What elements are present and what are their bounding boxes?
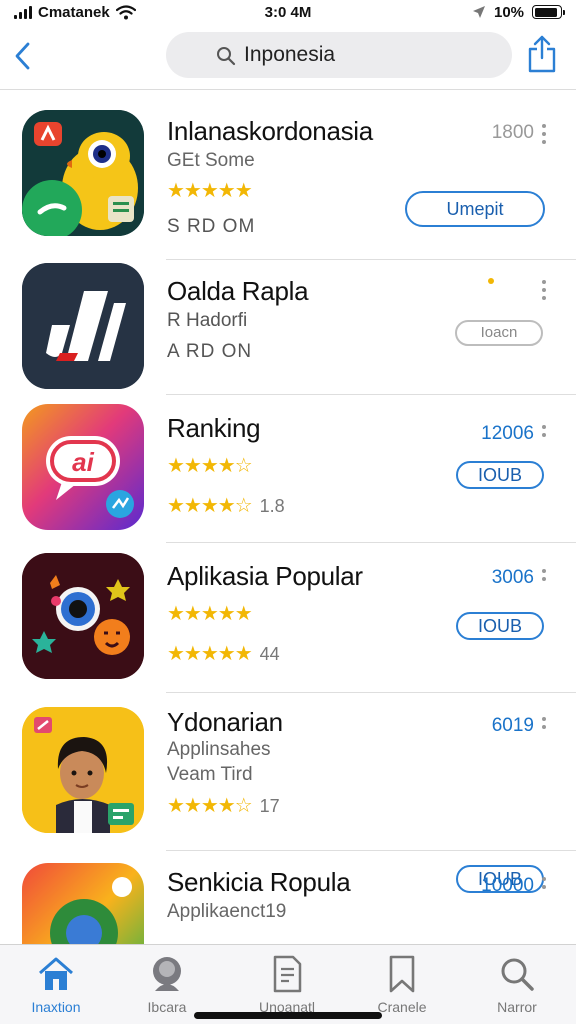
battery-icon [532, 5, 566, 19]
more-icon[interactable] [542, 877, 548, 893]
chat-bubble-icon: ai [22, 404, 144, 530]
star-rating-secondary: ★★★★★ 44 [167, 641, 280, 666]
download-count: 12006 [481, 423, 534, 444]
star-rating: ★★★★☆ [167, 455, 253, 477]
character-avatar-icon [22, 707, 144, 833]
tab-person[interactable]: Ibcara [117, 955, 217, 1015]
app-title[interactable]: Oalda Rapla [167, 276, 309, 307]
download-count: 3006 [491, 567, 534, 588]
list-item[interactable]: ai Ranking ★★★★☆ ★★★★☆ 1.8 12006 IOUB [0, 395, 576, 543]
app-subtitle: Applikaenct19 [167, 901, 287, 922]
duck-mascot-icon [22, 110, 144, 236]
app-title[interactable]: Inlanaskordonasia [167, 116, 373, 147]
app-subtitle-secondary: Veam Tird [167, 764, 253, 785]
download-count: 10000 [481, 875, 534, 896]
get-button[interactable]: IOUB [456, 612, 544, 640]
person-icon [153, 957, 181, 991]
app-icon[interactable] [22, 707, 144, 833]
stars-text: ★★★★☆ [167, 495, 253, 517]
more-icon[interactable] [542, 425, 548, 441]
navigation-bar: Inponesia [0, 28, 576, 90]
colorful-app-icon [22, 863, 144, 944]
app-icon[interactable] [22, 263, 144, 389]
list-item[interactable]: Ydonarian Applinsahes Veam Tird ★★★★☆ 17 … [0, 693, 576, 893]
app-icon[interactable] [22, 553, 144, 679]
list-item[interactable]: Inlanaskordonasia GEt Some ★★★★★ S RD OM… [0, 94, 576, 260]
battery-percent: 10% [493, 3, 525, 21]
party-game-icon [22, 553, 144, 679]
carrier-name: Cmatanek [38, 3, 110, 21]
status-time: 3:0 4M [264, 3, 312, 21]
star-rating: ★★★★★ [167, 603, 253, 625]
tab-home[interactable]: Inaxtion [6, 955, 106, 1015]
app-title[interactable]: Ranking [167, 413, 261, 444]
app-icon[interactable]: ai [22, 404, 144, 530]
tab-bookmark[interactable]: Cranele [352, 955, 452, 1015]
rating-value: 17 [259, 796, 280, 816]
app-icon[interactable] [22, 863, 144, 944]
status-right: 10% [379, 3, 566, 21]
list-item[interactable]: Oalda Rapla R Hadorfi A RD ON Ioacn [0, 260, 576, 395]
stars-text: ★★★★★ [167, 643, 253, 665]
list-item[interactable]: Aplikasia Popular ★★★★★ ★★★★★ 44 3006 IOU… [0, 543, 576, 693]
search-query: Inponesia [244, 43, 336, 66]
more-icon[interactable] [542, 124, 548, 148]
stars-text: ★★★★☆ [167, 795, 253, 817]
home-icon [39, 957, 73, 990]
document-icon [273, 955, 302, 993]
list-item[interactable]: Senkicia Ropula Applikaenct19 10000 [0, 851, 576, 944]
app-meta: S RD OM [167, 216, 256, 237]
home-indicator[interactable] [194, 1012, 382, 1019]
search-field[interactable]: Inponesia [166, 32, 512, 78]
status-bar: Cmatanek 3:0 4M 10% [0, 0, 576, 24]
rating-value: 44 [259, 644, 280, 664]
app-meta: A RD ON [167, 341, 253, 362]
app-title[interactable]: Ydonarian [167, 707, 283, 738]
get-button[interactable]: Umepit [405, 191, 545, 227]
tab-label: Narror [497, 999, 537, 1015]
rating-value: 1.8 [259, 496, 285, 516]
download-count: 6019 [491, 715, 534, 736]
get-button[interactable]: IOUB [456, 461, 544, 489]
star-rating-secondary: ★★★★☆ 1.8 [167, 493, 285, 518]
app-icon[interactable] [22, 110, 144, 236]
status-left: Cmatanek [14, 4, 197, 21]
tab-label: Inaxtion [31, 999, 81, 1015]
get-button[interactable]: Ioacn [455, 320, 543, 346]
location-arrow-icon [472, 6, 485, 18]
star-rating: ★★★★☆ 17 [167, 793, 280, 818]
app-subtitle: GEt Some [167, 150, 255, 171]
star-rating: ★★★★★ [167, 180, 253, 202]
app-subtitle: Applinsahes [167, 739, 271, 760]
bookmark-icon [389, 955, 415, 993]
signal-icon [14, 5, 32, 19]
share-icon[interactable] [526, 34, 558, 74]
tab-search[interactable]: Narror [467, 955, 567, 1015]
battery-level [534, 7, 558, 17]
app-title[interactable]: Aplikasia Popular [167, 561, 363, 592]
search-icon [217, 47, 236, 66]
tab-document[interactable]: Unoanatl [237, 955, 337, 1015]
app-list: Inlanaskordonasia GEt Some ★★★★★ S RD OM… [0, 94, 576, 944]
stripes-logo-icon [22, 263, 144, 389]
more-icon[interactable] [542, 280, 548, 304]
app-title[interactable]: Senkicia Ropula [167, 867, 351, 898]
svg-text:ai: ai [72, 447, 94, 477]
download-count: 1800 [491, 122, 534, 143]
search-icon [501, 958, 534, 991]
wifi-icon [115, 4, 136, 19]
chevron-left-icon[interactable] [10, 38, 36, 74]
status-dot [488, 278, 494, 284]
more-icon[interactable] [542, 569, 548, 585]
app-subtitle: R Hadorfi [167, 310, 248, 331]
more-icon[interactable] [542, 717, 548, 733]
